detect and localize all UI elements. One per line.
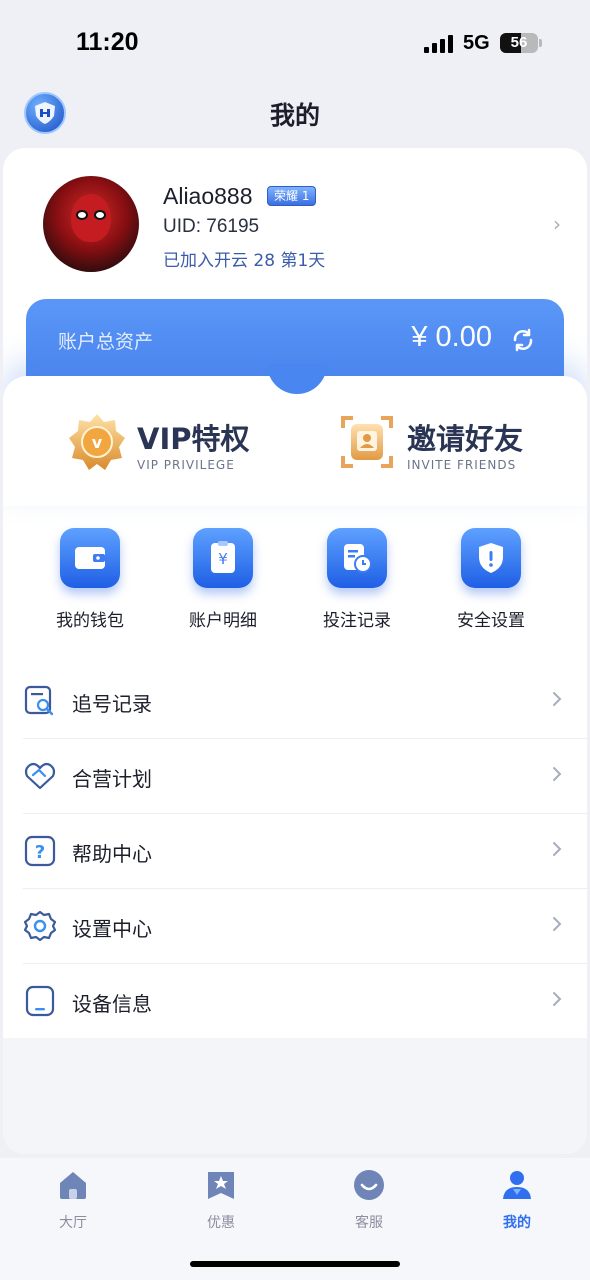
wallet-icon — [60, 528, 120, 588]
tab-lobby[interactable]: 大厅 — [18, 1168, 128, 1232]
status-bar: 11:20 5G 56 — [0, 0, 590, 88]
chevron-right-icon[interactable]: › — [553, 212, 561, 236]
menu-item-chase-record[interactable]: 追号记录 — [23, 664, 587, 739]
rank-badge: 荣耀 1 — [267, 186, 317, 206]
chevron-right-icon — [553, 692, 562, 706]
tab-label-lobby: 大厅 — [59, 1215, 87, 1231]
menu-item-settings[interactable]: 设置中心 — [23, 889, 587, 964]
menu-label-help-center: 帮助中心 — [72, 842, 152, 866]
home-icon — [60, 1172, 86, 1199]
battery-icon: 56 — [500, 33, 538, 53]
menu-label-settings: 设置中心 — [72, 917, 152, 941]
tab-mine[interactable]: 我的 — [462, 1168, 572, 1232]
battery-cap — [539, 39, 542, 47]
panel-notch — [267, 364, 327, 394]
wallet-shortcut[interactable]: 我的钱包 — [30, 524, 150, 634]
total-assets-amount: ¥ 0.00 — [411, 321, 492, 353]
menu-item-help-center[interactable]: ? 帮助中心 — [23, 814, 587, 889]
invite-subtitle: INVITE FRIENDS — [407, 458, 517, 472]
user-uid: UID: 76195 — [163, 216, 260, 237]
device-icon — [25, 985, 55, 1017]
user-icon — [503, 1171, 531, 1199]
main-card: Aliao888 荣耀 1 UID: 76195 已加入开云 28 第1天 › … — [3, 148, 587, 1154]
security-shortcut[interactable]: 安全设置 — [431, 524, 551, 634]
security-shield-icon — [461, 528, 521, 588]
empty-footer-area — [3, 1038, 587, 1154]
menu-label-chase-record: 追号记录 — [72, 692, 152, 716]
battery-level: 56 — [510, 34, 528, 51]
invite-title: 邀请好友 — [407, 422, 524, 456]
chevron-right-icon — [553, 917, 562, 931]
svg-text:¥: ¥ — [218, 550, 228, 568]
invite-card-icon — [341, 416, 393, 468]
bet-record-label: 投注记录 — [323, 611, 391, 631]
avatar[interactable] — [43, 176, 139, 272]
vip-subtitle: VIP PRIVILEGE — [137, 458, 235, 472]
joined-info: 已加入开云 28 第1天 — [163, 251, 326, 271]
vip-medal-icon: v — [69, 414, 125, 470]
refresh-icon[interactable] — [510, 327, 536, 353]
gear-icon — [23, 910, 57, 942]
chat-icon — [354, 1170, 384, 1200]
home-indicator — [190, 1261, 400, 1267]
account-detail-shortcut[interactable]: ¥ 账户明细 — [163, 524, 283, 634]
chevron-right-icon — [553, 767, 562, 781]
security-label: 安全设置 — [457, 611, 525, 631]
menu-label-device-info: 设备信息 — [72, 992, 152, 1016]
star-bookmark-icon — [208, 1172, 234, 1199]
status-time: 11:20 — [76, 28, 139, 56]
tab-label-promotions: 优惠 — [207, 1215, 235, 1231]
tab-customer-service[interactable]: 客服 — [314, 1168, 424, 1232]
search-record-icon — [24, 685, 54, 716]
bill-icon: ¥ — [193, 528, 253, 588]
page-header: 我的 — [0, 88, 590, 144]
privilege-panel: v VIP特权 VIP PRIVILEGE 邀请好友 INVITE FRIEND… — [3, 364, 587, 506]
menu-item-partnership[interactable]: 合营计划 — [23, 739, 587, 814]
account-detail-label: 账户明细 — [189, 611, 257, 631]
svg-text:v: v — [92, 433, 103, 452]
tab-label-mine: 我的 — [503, 1215, 531, 1231]
profile-section[interactable]: Aliao888 荣耀 1 UID: 76195 已加入开云 28 第1天 › — [3, 148, 587, 288]
network-label: 5G — [463, 32, 490, 54]
tab-label-customer-service: 客服 — [355, 1215, 383, 1231]
chevron-right-icon — [553, 842, 562, 856]
page-title: 我的 — [269, 101, 320, 130]
help-icon: ? — [24, 835, 56, 867]
tab-promotions[interactable]: 优惠 — [166, 1168, 276, 1232]
chevron-right-icon — [553, 992, 562, 1006]
bet-record-shortcut[interactable]: 投注记录 — [297, 524, 417, 634]
svg-text:?: ? — [35, 842, 45, 863]
handshake-icon — [24, 762, 56, 790]
menu-label-partnership: 合营计划 — [72, 767, 152, 791]
signal-icon — [424, 35, 454, 53]
menu-item-device-info[interactable]: 设备信息 — [23, 964, 587, 1039]
username: Aliao888 — [163, 183, 253, 209]
vip-title: VIP特权 — [137, 422, 250, 456]
shortcut-grid: 我的钱包 ¥ 账户明细 投注记录 安全设置 — [3, 524, 587, 634]
bet-record-icon — [327, 528, 387, 588]
total-assets-label: 账户总资产 — [58, 331, 154, 353]
settings-menu: 追号记录 合营计划 ? 帮助中心 设置中心 设备信息 — [3, 664, 587, 1039]
wallet-label: 我的钱包 — [56, 611, 124, 631]
